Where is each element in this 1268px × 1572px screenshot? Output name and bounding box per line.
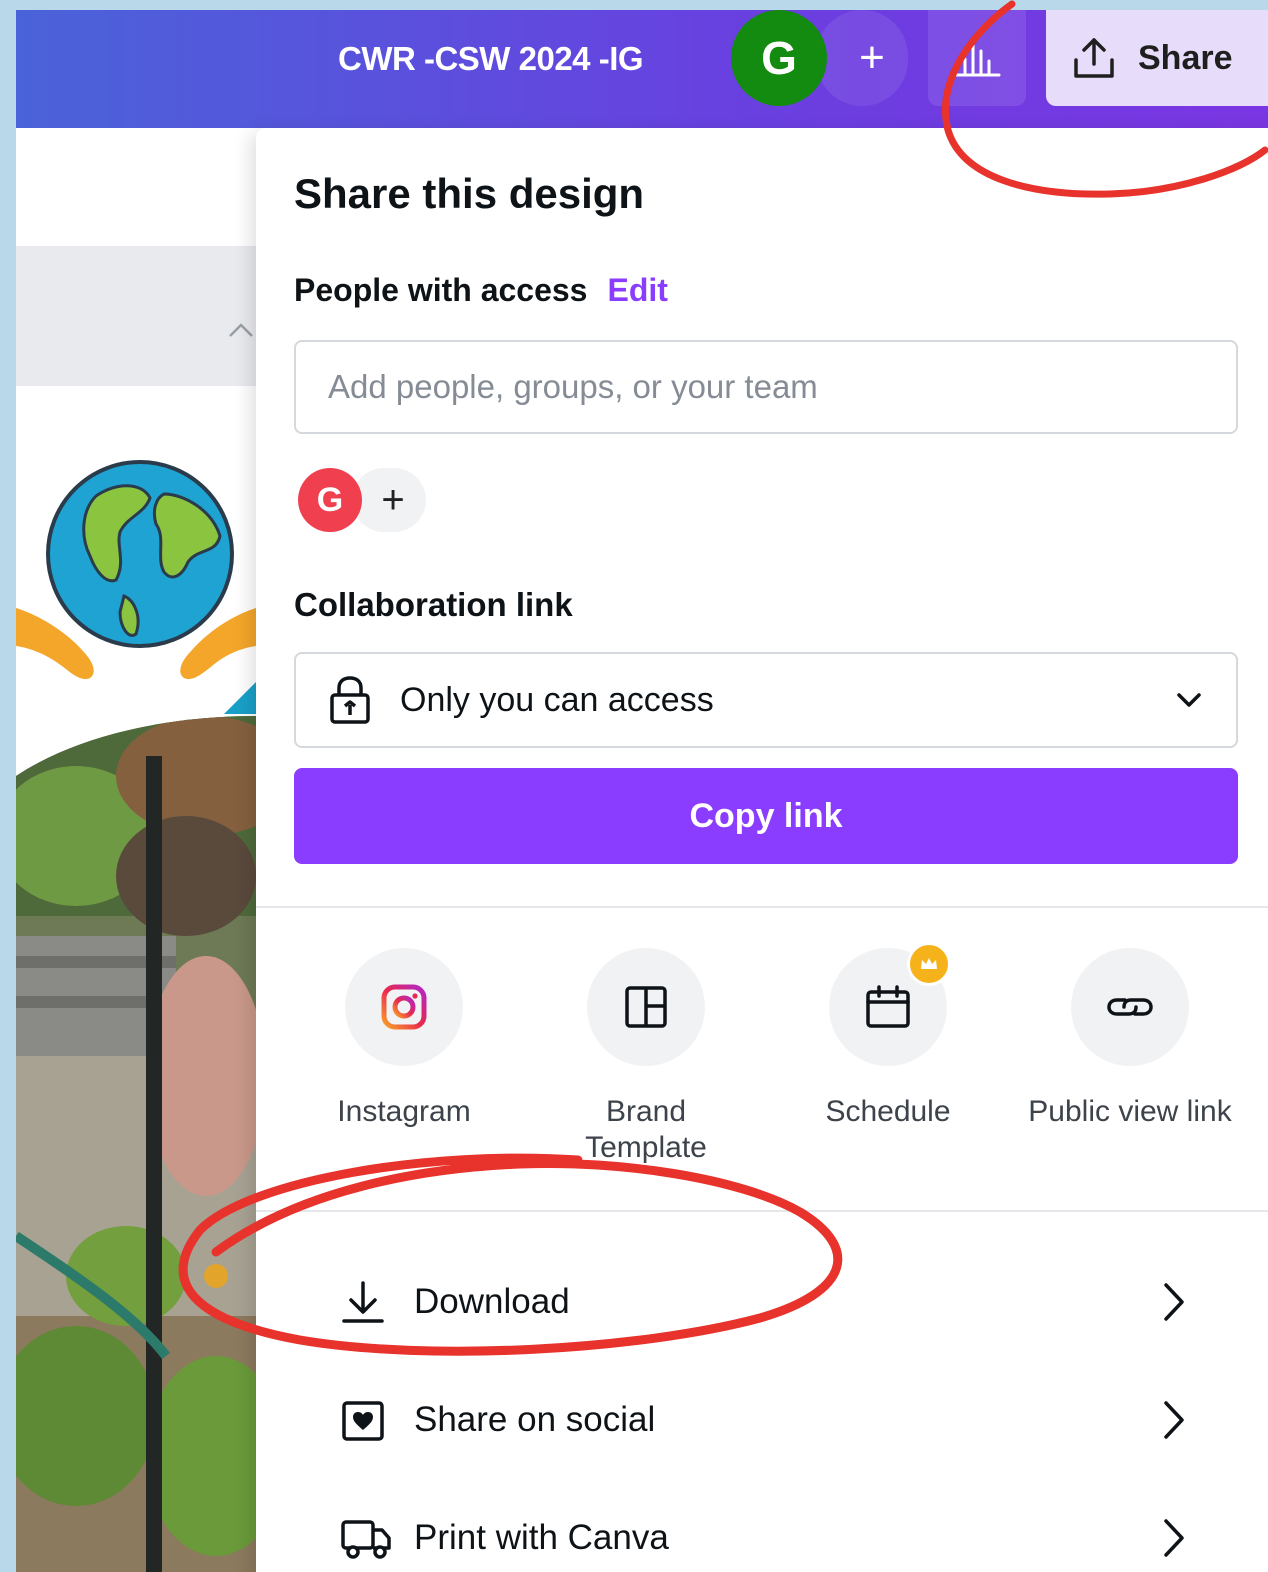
share-option-label: Schedule (825, 1095, 951, 1128)
share-option-label: Public view link (1028, 1095, 1232, 1128)
people-access-label: People with access (294, 272, 588, 308)
upload-icon (1074, 38, 1114, 78)
brand-template-button[interactable] (587, 948, 705, 1066)
app-window: CWR -CSW 2024 -IG + G Share Share this d… (16, 10, 1268, 1572)
chevron-right-icon (1164, 1283, 1184, 1321)
page-header-strip (16, 246, 256, 386)
top-bar: CWR -CSW 2024 -IG + G Share (16, 10, 1268, 128)
share-panel: Share this design People with access Edit… (256, 128, 1268, 1572)
globe-hands-logo (16, 460, 256, 714)
document-title[interactable]: CWR -CSW 2024 -IG (338, 40, 644, 78)
chevron-right-icon (1164, 1519, 1184, 1557)
copy-link-button[interactable]: Copy link (294, 768, 1238, 864)
share-button[interactable]: Share (1046, 10, 1268, 106)
garden-photo (16, 716, 256, 1572)
design-canvas[interactable] (16, 386, 256, 1572)
schedule-button[interactable] (829, 942, 951, 1066)
bar-chart-icon (953, 41, 1001, 77)
menu-item-label: Print with Canva (414, 1518, 669, 1557)
heart-icon (342, 1401, 384, 1441)
add-people-input[interactable] (294, 340, 1238, 434)
lock-icon (330, 676, 370, 724)
chevron-up-icon[interactable] (226, 320, 256, 340)
insights-button[interactable] (928, 10, 1026, 106)
menu-item-download[interactable]: Download (256, 1252, 1268, 1352)
add-collaborator-button[interactable]: + (816, 10, 908, 106)
share-option-label: Instagram (337, 1095, 471, 1128)
share-option-instagram[interactable]: Instagram (284, 948, 524, 1130)
divider (256, 906, 1268, 908)
menu-item-label: Share on social (414, 1400, 656, 1439)
edit-access-link[interactable]: Edit (607, 272, 667, 308)
chevron-down-icon (1177, 693, 1201, 707)
panel-title: Share this design (294, 170, 645, 217)
brand-template-icon (625, 986, 667, 1028)
menu-item-label: Download (414, 1282, 570, 1321)
calendar-icon (866, 985, 910, 1028)
member-avatar[interactable]: G (298, 468, 362, 532)
add-member-label: + (381, 477, 405, 522)
share-button-label: Share (1138, 38, 1233, 77)
instagram-button[interactable] (345, 948, 463, 1066)
menu-item-share-on-social[interactable]: Share on social (256, 1370, 1268, 1470)
collaboration-link-label: Collaboration link (294, 586, 573, 623)
editor-toolbar-area (16, 128, 256, 246)
crown-icon (907, 942, 951, 986)
share-option-public-link[interactable]: Public view link (1010, 948, 1250, 1130)
share-option-schedule[interactable]: Schedule (768, 942, 1008, 1130)
people-access-row: People with access Edit (294, 272, 668, 309)
divider (256, 1210, 1268, 1212)
share-option-label: Brand Template (585, 1095, 707, 1164)
add-collaborator-label: + (859, 33, 885, 82)
instagram-icon (381, 984, 427, 1030)
share-option-brand-template[interactable]: Brand Template (526, 948, 766, 1166)
add-member-button[interactable]: + (352, 468, 426, 532)
chevron-right-icon (1164, 1401, 1184, 1439)
access-level-value: Only you can access (400, 680, 714, 719)
menu-item-print[interactable]: Print with Canva (256, 1488, 1268, 1572)
user-avatar[interactable]: G (731, 10, 827, 106)
access-level-select[interactable]: Only you can access (294, 652, 1238, 748)
truck-icon (341, 1520, 391, 1559)
download-icon (342, 1281, 384, 1323)
public-view-link-button[interactable] (1071, 948, 1189, 1066)
link-icon (1107, 998, 1153, 1016)
